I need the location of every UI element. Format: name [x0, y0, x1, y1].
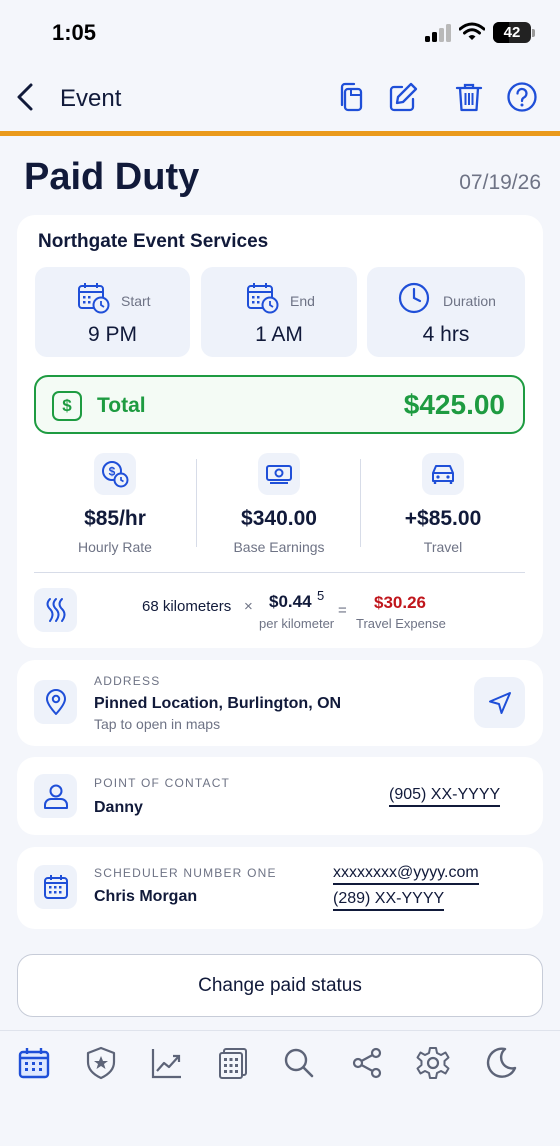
total-value: $425.00: [403, 389, 505, 420]
scheduler-label: SCHEDULER NUMBER ONE: [94, 866, 277, 880]
duration-box: Duration 4 hrs: [367, 267, 525, 357]
tab-moon-icon[interactable]: [484, 1046, 518, 1080]
address-hint: Tap to open in maps: [94, 716, 221, 732]
contact-label: POINT OF CONTACT: [94, 776, 231, 790]
trash-icon[interactable]: [452, 80, 486, 114]
change-paid-status-button[interactable]: Change paid status: [17, 954, 543, 1017]
dollar-icon: $: [52, 391, 82, 421]
nav-title: Event: [60, 85, 122, 112]
scheduler-card: SCHEDULER NUMBER ONE Chris Morgan xxxxxx…: [17, 847, 543, 929]
navigation-arrow-icon: [489, 692, 511, 714]
edit-icon[interactable]: [386, 80, 420, 114]
cash-icon: [258, 453, 300, 495]
battery-icon: 42: [493, 22, 531, 43]
travel-stat: +$85.00 Travel: [363, 451, 523, 561]
battery-level: 42: [503, 24, 521, 41]
stat-divider: [360, 459, 361, 547]
hourly-rate-label: Hourly Rate: [78, 539, 152, 555]
base-earnings-value: $340.00: [241, 507, 317, 530]
tab-bar: [0, 1030, 560, 1146]
start-value: 9 PM: [87, 323, 137, 346]
status-time: 1:05: [52, 20, 97, 45]
nav-bar: Event: [0, 62, 560, 132]
end-value: 1 AM: [255, 323, 303, 346]
travel-expense-value: $30.26: [374, 593, 426, 612]
start-time-box: Start 9 PM: [35, 267, 190, 357]
nav-divider: [0, 131, 560, 136]
calendar-icon: [34, 865, 77, 909]
travel-expense-row: 68 kilometers × $0.44 5 per kilometer = …: [34, 588, 525, 633]
travel-expense-label: Travel Expense: [356, 616, 446, 631]
back-icon[interactable]: [10, 80, 44, 114]
tab-search-icon[interactable]: [282, 1046, 316, 1080]
rate-superscript: 5: [317, 588, 325, 603]
equals-sign: =: [338, 602, 347, 619]
end-time-box: End 1 AM: [201, 267, 357, 357]
tab-chart-icon[interactable]: [150, 1046, 184, 1080]
scheduler-phone-link[interactable]: (289) XX-YYYY: [333, 889, 445, 911]
base-earnings-stat: $340.00 Base Earnings: [199, 451, 359, 561]
address-card[interactable]: ADDRESS Pinned Location, Burlington, ON …: [17, 660, 543, 746]
tab-badge-icon[interactable]: [84, 1046, 118, 1080]
company-name: Northgate Event Services: [38, 231, 269, 252]
rate-unit: per kilometer: [259, 616, 335, 631]
navigate-button[interactable]: [474, 677, 525, 728]
total-box: $ Total $425.00: [34, 375, 525, 434]
hourly-rate-value: $85/hr: [84, 507, 146, 530]
wifi-icon: [459, 22, 485, 40]
divider: [34, 572, 525, 573]
total-label: Total: [97, 394, 146, 417]
help-icon[interactable]: [505, 80, 539, 114]
person-icon: [34, 774, 77, 818]
location-pin-icon: [34, 680, 77, 724]
road-icon: [34, 588, 77, 632]
rate-value: $0.44: [269, 592, 312, 611]
contact-name: Danny: [94, 799, 143, 816]
coin-clock-icon: $: [94, 453, 136, 495]
base-earnings-label: Base Earnings: [233, 539, 325, 555]
tab-settings-icon[interactable]: [416, 1046, 450, 1080]
hourly-rate-stat: $ $85/hr Hourly Rate: [35, 451, 195, 561]
tab-share-icon[interactable]: [350, 1046, 384, 1080]
page-date: 07/19/26: [459, 171, 541, 194]
start-label: Start: [121, 293, 151, 309]
distance-value: 68 kilometers: [142, 598, 232, 615]
multiply-sign: ×: [244, 598, 253, 615]
page-title: Paid Duty: [24, 156, 200, 198]
contact-card: POINT OF CONTACT Danny (905) XX-YYYY: [17, 757, 543, 835]
address-label: ADDRESS: [94, 674, 161, 688]
scheduler-email-link[interactable]: xxxxxxxx@yyyy.com: [333, 863, 479, 885]
event-summary-card: Northgate Event Services Start 9 PM End …: [17, 215, 543, 648]
copy-icon[interactable]: [334, 80, 368, 114]
battery-nub: [532, 29, 535, 37]
contact-phone-link[interactable]: (905) XX-YYYY: [389, 785, 501, 807]
travel-value: +$85.00: [404, 507, 482, 530]
tab-calculator-icon[interactable]: [216, 1046, 250, 1080]
address-value: Pinned Location, Burlington, ON: [94, 695, 342, 712]
travel-label: Travel: [423, 539, 463, 555]
status-bar: 1:05 42: [0, 0, 560, 62]
clock-icon: [398, 282, 430, 314]
duration-label: Duration: [443, 293, 496, 309]
calendar-clock-icon: [247, 283, 279, 314]
duration-value: 4 hrs: [422, 323, 470, 346]
scheduler-name: Chris Morgan: [94, 888, 198, 905]
car-icon: [422, 453, 464, 495]
stat-divider: [196, 459, 197, 547]
calendar-clock-icon: [78, 283, 110, 314]
signal-icon: [425, 24, 451, 42]
tab-calendar-icon[interactable]: [17, 1046, 51, 1080]
end-label: End: [290, 293, 315, 309]
